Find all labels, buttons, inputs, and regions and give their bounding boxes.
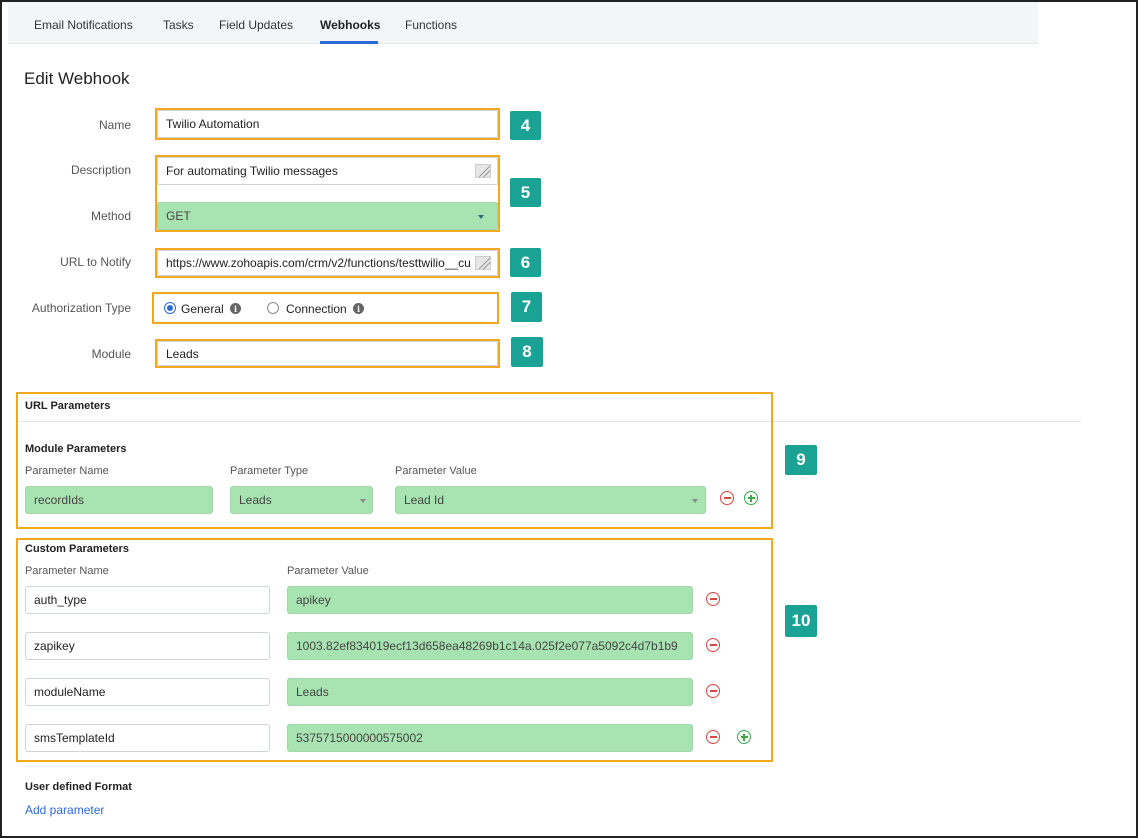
remove-param-icon[interactable] — [720, 491, 734, 505]
info-icon: i — [353, 303, 364, 314]
highlight-box-6 — [155, 248, 500, 278]
custom-param-name-value: smsTemplateId — [34, 731, 115, 745]
column-header-param-name: Parameter Name — [25, 565, 109, 577]
custom-param-value-input[interactable]: 1003.82ef834019ecf13d658ea48269b1c14a.02… — [287, 632, 693, 660]
user-defined-format-title: User defined Format — [25, 781, 132, 793]
method-label: Method — [90, 209, 131, 223]
name-label: Name — [98, 118, 131, 132]
add-param-icon[interactable] — [744, 491, 758, 505]
column-header-param-value: Parameter Value — [287, 565, 369, 577]
custom-param-name-value: auth_type — [34, 593, 87, 607]
tab-bar: Email Notifications Tasks Field Updates … — [8, 2, 1038, 44]
auth-general-radio[interactable] — [164, 302, 176, 314]
custom-param-value-input[interactable]: 5375715000000575002 — [287, 724, 693, 752]
module-parameters-title: Module Parameters — [25, 443, 127, 455]
column-header-param-value: Parameter Value — [395, 465, 477, 477]
custom-param-value-input[interactable]: Leads — [287, 678, 693, 706]
remove-param-icon[interactable] — [706, 684, 720, 698]
auth-connection-radio[interactable] — [267, 302, 279, 314]
custom-param-name-value: moduleName — [34, 685, 106, 699]
module-param-type-select[interactable]: Leads — [230, 486, 373, 514]
custom-param-name-input[interactable]: zapikey — [25, 632, 270, 660]
remove-param-icon[interactable] — [706, 638, 720, 652]
step-badge-5: 5 — [510, 178, 541, 207]
url-label: URL to Notify — [60, 255, 131, 269]
add-param-icon[interactable] — [737, 730, 751, 744]
module-param-name-value: recordIds — [34, 493, 85, 507]
description-label: Description — [70, 163, 131, 177]
auth-connection-label: Connection — [286, 302, 347, 316]
module-param-name-input[interactable]: recordIds — [25, 486, 213, 514]
chevron-down-icon — [692, 499, 698, 503]
page-title: Edit Webhook — [24, 69, 130, 88]
custom-param-name-input[interactable]: smsTemplateId — [25, 724, 270, 752]
module-param-value-select[interactable]: Lead Id — [395, 486, 706, 514]
custom-parameters-title: Custom Parameters — [25, 543, 129, 555]
column-header-param-name: Parameter Name — [25, 465, 109, 477]
custom-param-value-value: Leads — [296, 685, 329, 699]
custom-param-name-input[interactable]: auth_type — [25, 586, 270, 614]
step-badge-6: 6 — [510, 248, 541, 277]
highlight-box-8 — [155, 339, 500, 368]
tab-tasks[interactable]: Tasks — [163, 18, 194, 32]
custom-param-value-value: 1003.82ef834019ecf13d658ea48269b1c14a.02… — [296, 639, 678, 653]
module-param-value-value: Lead Id — [404, 493, 445, 507]
step-badge-8: 8 — [511, 337, 543, 367]
column-header-param-type: Parameter Type — [230, 465, 309, 477]
auth-general-label: General — [181, 302, 224, 316]
url-parameters-title: URL Parameters — [25, 400, 111, 412]
auth-type-label: Authorization Type — [31, 301, 131, 315]
custom-param-value-input[interactable]: apikey — [287, 586, 693, 614]
module-label: Module — [91, 347, 131, 361]
step-badge-4: 4 — [510, 111, 541, 140]
custom-param-name-value: zapikey — [34, 639, 75, 653]
module-param-type-value: Leads — [239, 493, 272, 507]
custom-param-value-value: apikey — [296, 593, 331, 607]
remove-param-icon[interactable] — [706, 730, 720, 744]
tab-webhooks[interactable]: Webhooks — [320, 18, 380, 32]
active-tab-indicator — [320, 41, 378, 44]
step-badge-9: 9 — [785, 445, 817, 475]
custom-param-value-value: 5375715000000575002 — [296, 731, 423, 745]
step-badge-10: 10 — [785, 605, 817, 637]
tab-field-updates[interactable]: Field Updates — [219, 18, 293, 32]
tab-email-notifications[interactable]: Email Notifications — [34, 18, 133, 32]
step-badge-7: 7 — [511, 292, 542, 322]
remove-param-icon[interactable] — [706, 592, 720, 606]
add-parameter-link[interactable]: Add parameter — [25, 803, 104, 817]
chevron-down-icon — [360, 499, 366, 503]
tab-functions[interactable]: Functions — [405, 18, 457, 32]
highlight-box-4 — [155, 108, 500, 140]
info-icon: i — [230, 303, 241, 314]
highlight-box-5 — [155, 155, 500, 232]
custom-param-name-input[interactable]: moduleName — [25, 678, 270, 706]
